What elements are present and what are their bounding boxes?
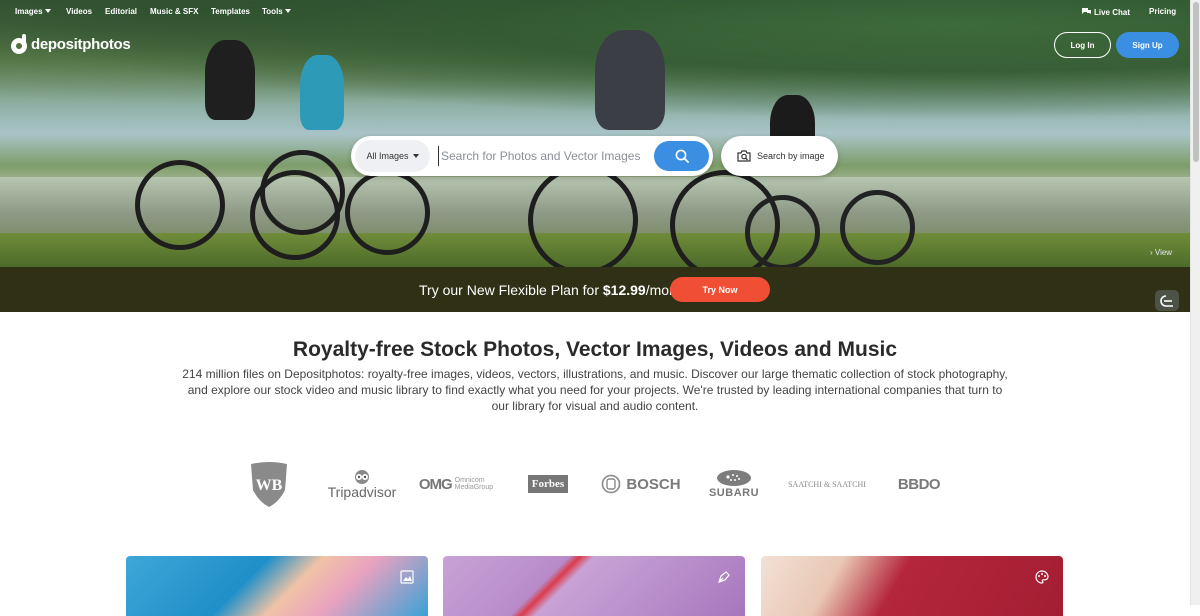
- page-scrollbar[interactable]: [1190, 0, 1200, 605]
- bosch-logo: BOSCH: [600, 460, 682, 508]
- tripadvisor-logo: Tripadvisor: [326, 460, 398, 508]
- category-card-photos[interactable]: [126, 556, 428, 616]
- view-image-link[interactable]: › View: [1150, 248, 1172, 257]
- nav-videos[interactable]: Videos: [66, 7, 92, 16]
- live-chat-link[interactable]: Live Chat: [1081, 7, 1130, 17]
- nav-editorial[interactable]: Editorial: [105, 7, 137, 16]
- try-now-button[interactable]: Try Now: [670, 277, 770, 302]
- bike-wheel: [345, 170, 430, 255]
- page-description: 214 million files on Depositphotos: roya…: [182, 367, 1008, 413]
- cyclist: [595, 30, 665, 130]
- cyclist: [300, 55, 344, 130]
- category-card-illustrations[interactable]: [761, 556, 1063, 616]
- hero-banner: [0, 0, 1190, 267]
- camera-search-icon: [737, 150, 751, 162]
- subaru-emblem-icon: [717, 470, 751, 486]
- bike-wheel: [260, 150, 345, 235]
- login-button[interactable]: Log In: [1054, 32, 1111, 58]
- omnicom-logo: OMG Omnicom MediaGroup: [418, 475, 494, 493]
- promo-text: Try our New Flexible Plan for $12.99/mon…: [419, 282, 689, 298]
- search-by-image-label: Search by image: [757, 151, 825, 161]
- bike-wheel: [745, 195, 820, 267]
- forbes-logo: Forbes: [527, 460, 569, 508]
- nav-templates[interactable]: Templates: [211, 7, 250, 16]
- chevron-down-icon: [44, 9, 51, 13]
- page-headline: Royalty-free Stock Photos, Vector Images…: [292, 338, 898, 361]
- nav-images[interactable]: Images: [15, 7, 51, 16]
- bike-wheel: [135, 160, 225, 250]
- search-input[interactable]: [438, 146, 654, 166]
- scrollbar-thumb[interactable]: [1193, 2, 1199, 162]
- image-icon: [400, 570, 414, 589]
- nav-tools[interactable]: Tools: [262, 7, 291, 16]
- feedback-icon: [1160, 294, 1173, 307]
- chat-icon: [1082, 8, 1091, 14]
- pen-icon: [717, 570, 731, 589]
- subaru-logo: SUBARU: [705, 460, 763, 508]
- feedback-widget-button[interactable]: [1155, 290, 1179, 311]
- chevron-down-icon: [412, 154, 419, 158]
- bike-wheel: [840, 190, 915, 265]
- bbdo-logo: BBDO: [897, 475, 941, 493]
- search-bar: All Images: [351, 136, 713, 176]
- depositphotos-logo[interactable]: depositphotos: [11, 33, 131, 55]
- cyclist: [205, 40, 255, 120]
- search-button[interactable]: [654, 141, 709, 171]
- bike-wheel: [528, 165, 638, 267]
- category-card-vectors[interactable]: [443, 556, 745, 616]
- saatchi-logo: SAATCHI & SAATCHI: [788, 479, 866, 489]
- search-category-select[interactable]: All Images: [355, 140, 430, 172]
- top-navigation: Images Videos Editorial Music & SFX Temp…: [0, 0, 1190, 24]
- palette-icon: [1035, 570, 1049, 589]
- nav-music-sfx[interactable]: Music & SFX: [150, 7, 198, 16]
- owl-icon: [355, 470, 369, 484]
- signup-button[interactable]: Sign Up: [1116, 32, 1179, 58]
- chevron-down-icon: [284, 9, 291, 13]
- search-icon: [675, 149, 689, 163]
- bosch-emblem-icon: [602, 474, 621, 494]
- search-by-image-button[interactable]: Search by image: [721, 136, 838, 176]
- warner-bros-logo: WB: [248, 460, 290, 508]
- logo-icon: [11, 34, 27, 54]
- svg-text:WB: WB: [256, 477, 283, 494]
- logo-wordmark: depositphotos: [31, 35, 131, 53]
- pricing-link[interactable]: Pricing: [1149, 7, 1176, 16]
- promo-banner: Try our New Flexible Plan for $12.99/mon…: [0, 267, 1190, 312]
